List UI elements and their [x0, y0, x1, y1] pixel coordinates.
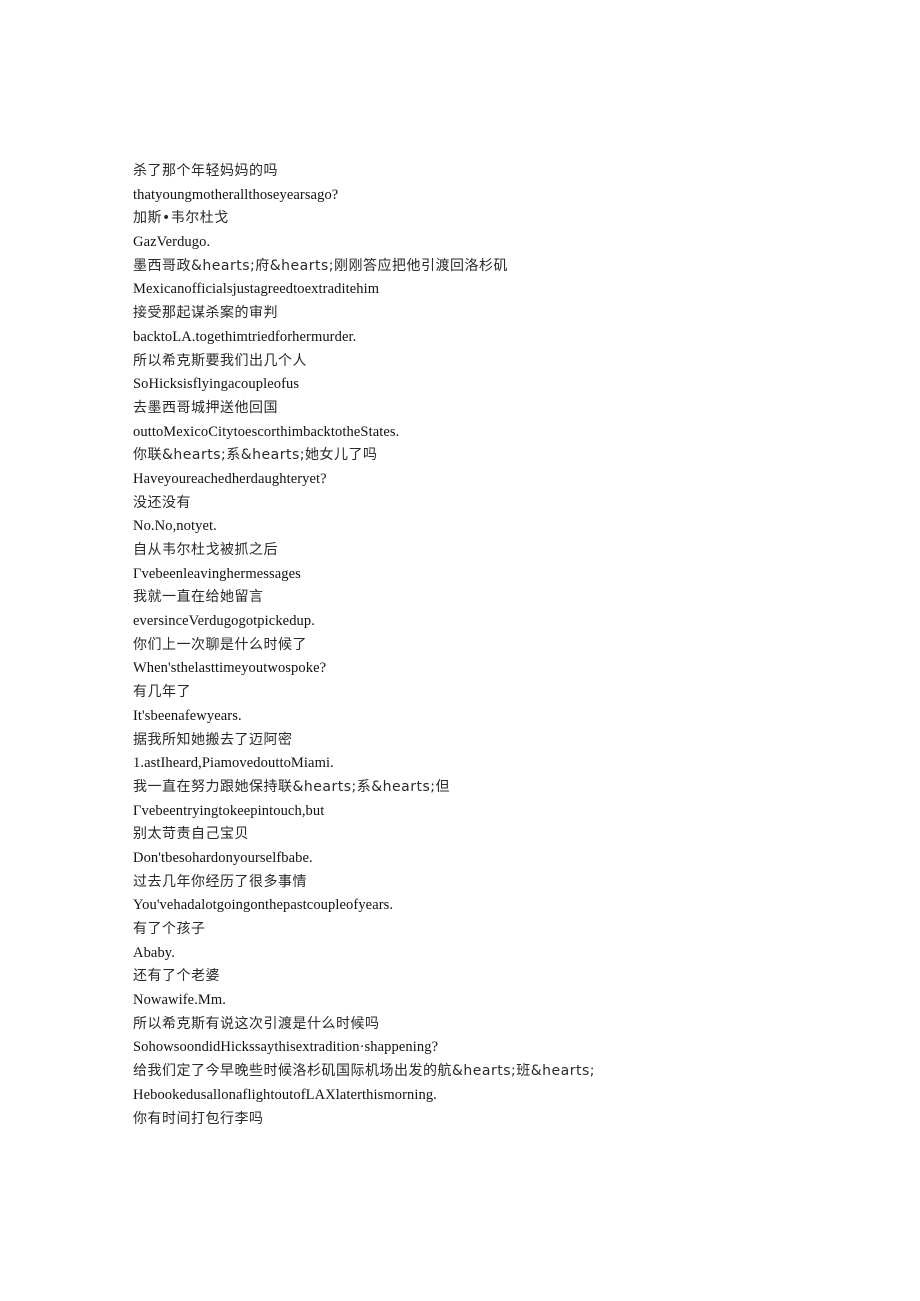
subtitle-line-chinese: 你有时间打包行李吗	[133, 1110, 264, 1127]
subtitle-line-english: GazVerdugo.	[133, 234, 211, 251]
subtitle-line-english: SohowsoondidHickssaythisextradition·shap…	[133, 1039, 439, 1056]
subtitle-line-chinese: 去墨西哥城押送他回国	[133, 399, 278, 416]
subtitle-line-chinese: 接受那起谋杀案的审判	[133, 305, 278, 322]
subtitle-line-english: Don'tbesohardonyourselfbabe.	[133, 849, 313, 866]
subtitle-line-english: When'sthelasttimeyoutwospoke?	[133, 660, 327, 677]
subtitle-line-english: eversinceVerdugogotpickedup.	[133, 613, 315, 630]
subtitle-line-chinese: 过去几年你经历了很多事情	[133, 873, 307, 890]
subtitle-line-english: HebookedusallonaflightoutofLAXlaterthism…	[133, 1086, 437, 1103]
subtitle-line-chinese: 据我所知她搬去了迈阿密	[133, 731, 293, 748]
subtitle-line-chinese: 自从韦尔杜戈被抓之后	[133, 542, 278, 558]
subtitle-line-english: Nowawife.Mm.	[133, 992, 227, 1009]
subtitle-line-chinese: 加斯•韦尔杜戈	[133, 210, 229, 227]
subtitle-line-english: You'vehadalotgoingonthepastcoupleofyears…	[133, 897, 394, 914]
subtitle-line-chinese: 有几年了	[133, 684, 191, 701]
subtitle-line-english: No.No,notyet.	[133, 518, 217, 535]
subtitle-line-chinese: 有了个孩子	[133, 921, 206, 937]
subtitle-line-chinese: 你们上一次聊是什么时候了	[133, 636, 307, 653]
subtitle-line-english: Γvebeentryingtokeepintouch,but	[133, 802, 325, 819]
subtitle-line-chinese: 别太苛责自己宝贝	[133, 826, 249, 843]
subtitle-line-chinese: 还有了个老婆	[133, 968, 220, 985]
subtitle-document: 杀了那个年轻妈妈的吗 thatyoungmotherallthoseyearsag…	[133, 160, 893, 1131]
subtitle-line-english: Mexicanofficialsjustagreedtoextraditehim	[133, 281, 380, 298]
subtitle-line-chinese: 墨西哥政&hearts;府&hearts;刚刚答应把他引渡回洛杉矶	[133, 257, 508, 274]
subtitle-line-chinese: 我一直在努力跟她保持联&hearts;系&hearts;但	[133, 778, 450, 795]
subtitle-line-chinese: 给我们定了今早晚些时候洛杉矶国际机场出发的航&hearts;班&hearts;	[133, 1063, 595, 1080]
subtitle-line-chinese: 杀了那个年轻妈妈的吗	[133, 163, 278, 179]
subtitle-line-english: Ababy.	[133, 944, 175, 961]
subtitle-line-chinese: 所以希克斯有说这次引渡是什么时候吗	[133, 1015, 380, 1032]
subtitle-line-chinese: 你联&hearts;系&hearts;她女儿了吗	[133, 447, 378, 464]
subtitle-line-english: It'sbeenafewyears.	[133, 707, 242, 724]
subtitle-line-chinese: 所以希克斯要我们出几个人	[133, 352, 307, 369]
subtitle-line-chinese: 没还没有	[133, 494, 191, 511]
subtitle-line-english: 1.astIheard,PiamovedouttoMiami.	[133, 755, 334, 772]
subtitle-line-english: thatyoungmotherallthoseyearsago?	[133, 186, 339, 203]
subtitle-line-english: SoHicksisflyingacoupleofus	[133, 376, 300, 393]
subtitle-line-english: Γvebeenleavinghermessages	[133, 565, 301, 582]
subtitle-line-english: backtoLA.togethimtriedforhermurder.	[133, 328, 357, 345]
subtitle-line-english: Haveyoureachedherdaughteryet?	[133, 470, 327, 487]
subtitle-line-english: outtoMexicoCitytoescorthimbacktotheState…	[133, 423, 400, 440]
subtitle-line-chinese: 我就一直在给她留言	[133, 589, 264, 606]
